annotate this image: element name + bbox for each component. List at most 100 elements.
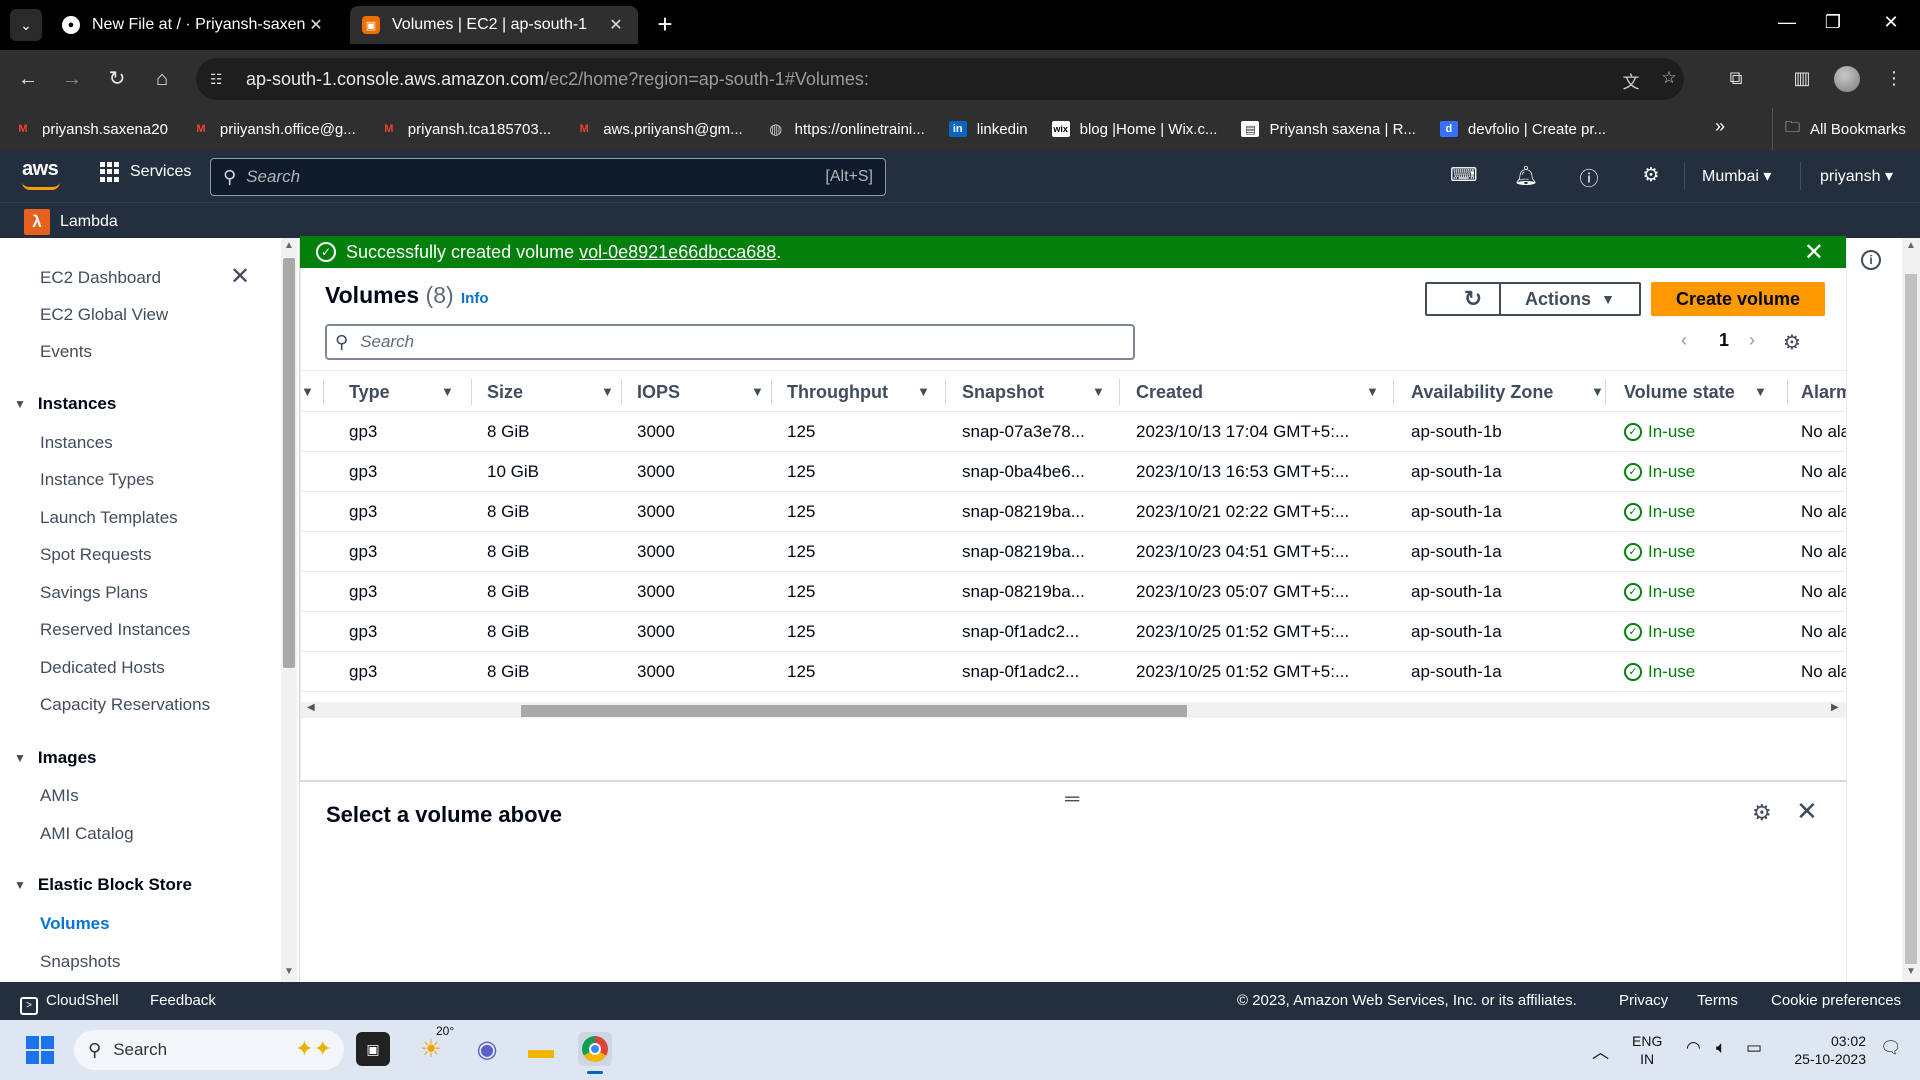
window-close-icon[interactable]: ✕	[1876, 12, 1906, 33]
scrollbar-thumb[interactable]	[283, 258, 295, 668]
input-language[interactable]: ENG IN	[1632, 1032, 1662, 1068]
settings-gear-icon[interactable]: ⚙	[1638, 164, 1664, 187]
cookie-preferences-link[interactable]: Cookie preferences	[1771, 992, 1901, 1009]
extensions-icon[interactable]: ⧉	[1724, 68, 1748, 92]
resize-handle-icon[interactable]: ═	[1065, 788, 1079, 811]
browser-tab-github[interactable]: ● New File at / · Priyansh-saxena ✕	[50, 6, 338, 44]
site-info-icon[interactable]: ☷	[210, 71, 232, 88]
aws-logo[interactable]: aws	[22, 158, 60, 190]
sidebar-item-ami-catalog[interactable]: AMI Catalog	[40, 824, 134, 844]
clock[interactable]: 03:02 25-10-2023	[1782, 1032, 1866, 1068]
bookmark-item[interactable]: Mpriiyansh.office@g...	[192, 121, 355, 138]
side-panel-icon[interactable]: ▥	[1790, 68, 1814, 92]
sort-icon[interactable]: ▼	[751, 384, 764, 399]
bookmark-item[interactable]: Maws.priiyansh@gm...	[575, 121, 743, 138]
aws-search-input[interactable]: ⚲ Search [Alt+S]	[210, 158, 886, 196]
col-header-iops[interactable]: IOPS ▼	[637, 371, 764, 413]
maximize-icon[interactable]: ❐	[1818, 12, 1848, 33]
back-icon[interactable]: ←	[14, 65, 42, 93]
sort-icon[interactable]: ▼	[601, 384, 614, 399]
page-scrollbar[interactable]: ▲ ▼	[1902, 238, 1920, 982]
col-header-snapshot[interactable]: Snapshot ▼	[962, 371, 1112, 413]
sort-icon[interactable]: ▼	[1092, 384, 1105, 399]
bookmark-item[interactable]: ◍ https://onlinetraini...	[767, 121, 925, 139]
scroll-up-icon[interactable]: ▲	[283, 240, 295, 251]
menu-icon[interactable]: ⋮	[1882, 68, 1906, 92]
table-row[interactable]: gp3 10 GiB 3000 125 snap-0ba4be6... 2023/10/1…	[301, 452, 1847, 492]
table-row[interactable]: gp3 8 GiB 3000 125 snap-08219ba... 2023/10/23…	[301, 532, 1847, 572]
bookmark-item[interactable]: wix blog |Home | Wix.c...	[1051, 121, 1217, 138]
close-split-panel-icon[interactable]: ✕	[1796, 796, 1818, 827]
col-header-availability-zone[interactable]: Availability Zone ▼	[1411, 371, 1611, 413]
all-bookmarks-button[interactable]: 🗀 All Bookmarks	[1772, 108, 1906, 150]
info-link[interactable]: Info	[461, 290, 489, 307]
help-icon[interactable]: ⓘ	[1576, 164, 1602, 191]
col-header-size[interactable]: Size ▼	[487, 371, 614, 413]
lambda-icon[interactable]: λ	[24, 209, 50, 235]
sidebar-item-savings-plans[interactable]: Savings Plans	[40, 583, 148, 603]
sidebar-item-instances[interactable]: Instances	[40, 433, 113, 453]
reload-icon[interactable]: ↻	[103, 65, 131, 93]
sort-icon[interactable]: ▼	[441, 384, 454, 399]
table-row[interactable]: gp3 8 GiB 3000 125 snap-0f1adc2... 2023/10/25…	[301, 652, 1847, 692]
next-page-icon[interactable]: ›	[1749, 330, 1755, 351]
table-row[interactable]: gp3 8 GiB 3000 125 snap-08219ba... 2023/10/23…	[301, 572, 1847, 612]
page-number[interactable]: 1	[1719, 330, 1729, 351]
scroll-right-icon[interactable]: ▶	[1831, 702, 1839, 713]
scroll-down-icon[interactable]: ▼	[283, 966, 295, 977]
sort-icon[interactable]: ▼	[1754, 384, 1767, 399]
sidebar-item-launch-templates[interactable]: Launch Templates	[40, 508, 178, 528]
bookmark-item[interactable]: Mpriyansh.saxena20	[14, 121, 168, 138]
windows-start-icon[interactable]	[26, 1036, 54, 1064]
sidebar-item-capacity-reservations[interactable]: Capacity Reservations	[40, 695, 210, 715]
feedback-link[interactable]: Feedback	[150, 992, 216, 1009]
sidebar-section-images[interactable]: ▼ Images	[14, 748, 96, 768]
tab-close-icon[interactable]: ✕	[306, 15, 326, 35]
region-selector[interactable]: Mumbai ▾	[1702, 166, 1771, 186]
taskbar-search-box[interactable]: ⚲ Search ✦✦	[74, 1030, 344, 1070]
chevron-up-icon[interactable]: ︿	[1592, 1038, 1609, 1063]
created-volume-link[interactable]: vol-0e8921e66dbcca688	[579, 242, 776, 263]
bookmark-item[interactable]: Mpriyansh.tca185703...	[380, 121, 551, 138]
table-row[interactable]: gp3 8 GiB 3000 125 snap-0f1adc2... 2023/10/25…	[301, 612, 1847, 652]
task-view-icon[interactable]: ▣	[356, 1032, 390, 1066]
chrome-icon[interactable]	[578, 1032, 612, 1074]
terms-link[interactable]: Terms	[1697, 992, 1738, 1009]
col-header-volume-state[interactable]: Volume state ▼	[1624, 371, 1774, 413]
forward-icon[interactable]: →	[58, 65, 86, 93]
bookmarks-overflow-button[interactable]: »	[1715, 116, 1725, 137]
scroll-up-icon[interactable]: ▲	[1905, 240, 1917, 251]
col-header-created[interactable]: Created ▼	[1136, 371, 1396, 413]
privacy-link[interactable]: Privacy	[1619, 992, 1668, 1009]
table-row[interactable]: gp3 8 GiB 3000 125 snap-08219ba... 2023/10/21…	[301, 492, 1847, 532]
bookmark-item[interactable]: in linkedin	[948, 121, 1028, 138]
split-panel-settings-gear-icon[interactable]: ⚙	[1752, 800, 1772, 826]
battery-icon[interactable]: ▭	[1746, 1038, 1762, 1058]
notification-center-icon[interactable]: 🗨︎	[1880, 1038, 1902, 1058]
sidebar-item-instance-types[interactable]: Instance Types	[40, 470, 154, 490]
table-row[interactable]: gp3 8 GiB 3000 125 snap-07a3e78... 2023/10/13…	[301, 412, 1847, 452]
new-tab-button[interactable]: +	[650, 10, 680, 38]
tab-search-button[interactable]: ⌄	[10, 9, 42, 41]
sidebar-item-reserved-instances[interactable]: Reserved Instances	[40, 620, 190, 640]
table-row[interactable]: gp3 100 GiB 3000 125 - 2023/10/25 03:02 GMT+5…	[301, 692, 1847, 703]
prev-page-icon[interactable]: ‹	[1681, 330, 1687, 351]
account-menu[interactable]: priyansh ▾	[1820, 166, 1893, 186]
info-panel-icon[interactable]: i	[1861, 250, 1881, 270]
home-icon[interactable]: ⌂	[148, 65, 176, 93]
scroll-down-icon[interactable]: ▼	[1905, 966, 1917, 977]
sidebar-item-amis[interactable]: AMIs	[40, 786, 79, 806]
sidebar-scrollbar[interactable]: ▲ ▼	[281, 238, 297, 982]
bookmark-star-icon[interactable]: ☆	[1658, 68, 1680, 88]
browser-tab-ec2[interactable]: ▣ Volumes | EC2 | ap-south-1 ✕	[350, 6, 638, 44]
table-preferences-gear-icon[interactable]: ⚙	[1783, 330, 1801, 355]
sort-icon[interactable]: ▼	[1591, 384, 1604, 399]
sidebar-item-volumes[interactable]: Volumes	[40, 914, 110, 934]
bookmark-item[interactable]: d devfolio | Create pr...	[1439, 121, 1606, 138]
services-menu-button[interactable]: Services	[100, 162, 191, 182]
sort-icon[interactable]: ▼	[917, 384, 930, 399]
sidebar-section-instances[interactable]: ▼ Instances	[14, 394, 116, 414]
close-sidebar-icon[interactable]: ✕	[230, 262, 250, 291]
sidebar-section-elastic-block-store[interactable]: ▼ Elastic Block Store	[14, 875, 192, 895]
sort-icon[interactable]: ▼	[1366, 384, 1379, 399]
